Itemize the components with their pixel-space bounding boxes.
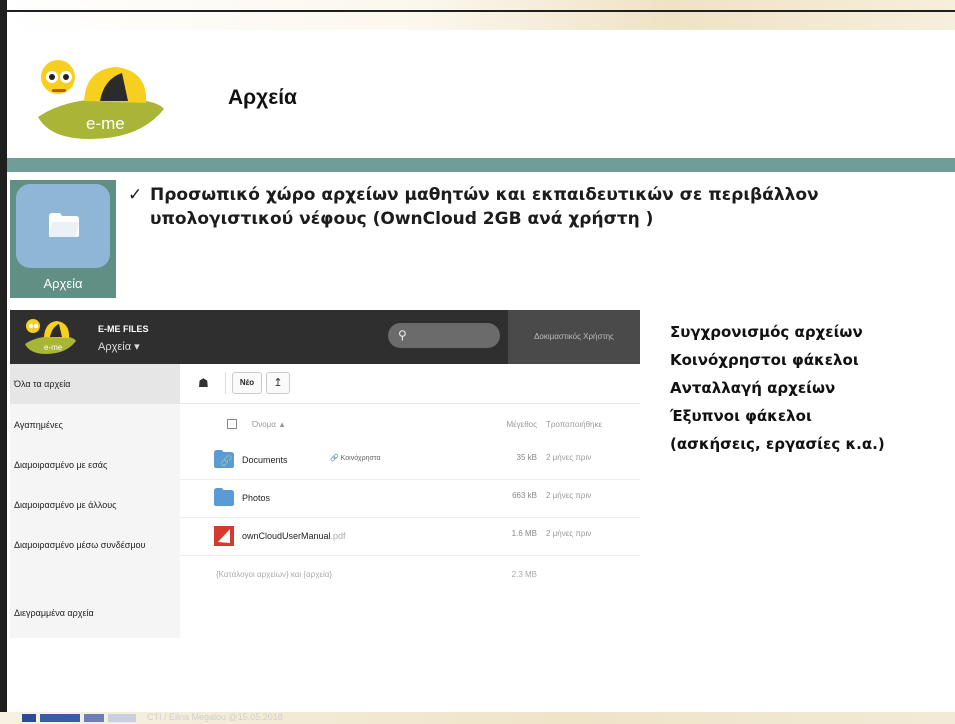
tile-label: Αρχεία: [43, 276, 83, 291]
feature-item: Έξυπνοι φάκελοι: [670, 407, 812, 425]
svg-text:🔗: 🔗: [220, 454, 233, 467]
nav-favorites[interactable]: Αγαπημένες: [14, 420, 63, 430]
footer-credit: CTI / Elina Megalou @15.05.2018: [147, 712, 283, 722]
slide: e-me Αρχεία Αρχεία ✓ Προσωπικό χώρο αρχε…: [0, 0, 955, 724]
share-label: Κοινόχρηστα: [340, 455, 381, 462]
file-name-wrap[interactable]: ownCloudUserManual.pdf: [242, 531, 346, 541]
files-app-screenshot: e-me E-ME FILES Αρχεία ▾ ⚲ Δοκιμαστικός …: [10, 310, 640, 638]
folder-icon: [214, 488, 234, 506]
file-name[interactable]: Photos: [242, 493, 270, 503]
files-app-tile[interactable]: Αρχεία: [10, 180, 116, 298]
e-me-logo-small: e-me: [25, 319, 76, 354]
search-input[interactable]: ⚲: [388, 323, 500, 348]
tile-background: [16, 184, 110, 268]
app-switcher[interactable]: Αρχεία ▾: [98, 340, 140, 353]
logo-text: e-me: [86, 114, 125, 133]
files-sidebar: Όλα τα αρχεία Αγαπημένες Διαμοιρασμένο μ…: [10, 364, 180, 638]
nav-shared-with-others[interactable]: Διαμοιρασμένο με άλλους: [14, 500, 117, 510]
new-button[interactable]: Νέο: [232, 372, 262, 394]
pdf-icon: [214, 526, 234, 546]
upload-icon[interactable]: ↥: [266, 372, 290, 394]
bullet-line-1: Προσωπικό χώρο αρχείων μαθητών και εκπαι…: [150, 185, 819, 205]
file-name: ownCloudUserManual: [242, 531, 331, 541]
file-row[interactable]: ownCloudUserManual.pdf 1.6 MB 2 μήνες πρ…: [180, 518, 640, 556]
file-extension: .pdf: [330, 531, 346, 541]
file-modified: 2 μήνες πριν: [546, 453, 592, 462]
file-modified: 2 μήνες πριν: [546, 529, 592, 538]
nav-deleted-files[interactable]: Διεγραμμένα αρχεία: [14, 608, 94, 618]
feature-item: Συγχρονισμός αρχείων: [670, 323, 863, 341]
frame-top-line: [0, 10, 955, 12]
checkmark-icon: ✓: [128, 185, 143, 205]
file-row[interactable]: 🔗 Documents 🔗 Κοινόχρηστα 35 kB 2 μήνες …: [180, 442, 640, 480]
breadcrumb-separator: [214, 372, 226, 394]
summary-size: 2.3 MB: [511, 570, 537, 579]
breadcrumb: ☗ Νέο ↥: [180, 364, 640, 404]
file-size: 663 kB: [512, 491, 537, 500]
frame-top-border: [0, 0, 955, 30]
funding-logos: [22, 714, 136, 722]
search-icon: ⚲: [398, 328, 407, 342]
summary-label: {Κατάλογοι αρχείων} και {αρχεία}: [216, 570, 333, 579]
column-size[interactable]: Μέγεθος: [480, 420, 537, 429]
bullet-line-2: υπολογιστικού νέφους (OwnCloud 2GB ανά χ…: [150, 209, 654, 229]
file-name[interactable]: Documents: [242, 455, 288, 465]
file-size: 35 kB: [516, 453, 537, 462]
frame-bottom-border: [0, 712, 955, 724]
feature-item: Κοινόχρηστοι φάκελοι: [670, 351, 859, 369]
nav-shared-with-you[interactable]: Διαμοιρασμένο με εσάς: [14, 460, 107, 470]
column-name[interactable]: Όνομα ▲: [252, 420, 286, 429]
slide-title: Αρχεία: [228, 86, 297, 109]
home-icon[interactable]: ☗: [198, 376, 209, 390]
features-list: Συγχρονισμός αρχείων Κοινόχρηστοι φάκελο…: [670, 318, 885, 458]
share-link[interactable]: 🔗 Κοινόχρηστα: [330, 454, 381, 462]
files-brand: E-ME FILES: [98, 324, 149, 334]
e-me-logo: e-me: [38, 60, 164, 139]
user-menu[interactable]: Δοκιμαστικός Χρήστης: [508, 310, 640, 364]
nav-all-files[interactable]: Όλα τα αρχεία: [14, 379, 70, 389]
small-logo-text: e-me: [44, 343, 63, 352]
file-row[interactable]: Photos 663 kB 2 μήνες πριν: [180, 480, 640, 518]
shared-folder-icon: 🔗: [214, 450, 234, 468]
column-modified[interactable]: Τροποποιήθηκε: [546, 420, 602, 429]
select-all-checkbox[interactable]: [227, 419, 237, 429]
folder-icon: [49, 213, 79, 237]
frame-left-border: [0, 0, 7, 724]
nav-shared-by-link[interactable]: Διαμοιρασμένο μέσω συνδέσμου: [14, 540, 145, 550]
file-size: 1.6 MB: [511, 529, 537, 538]
feature-item: (ασκήσεις, εργασίες κ.α.): [670, 435, 885, 453]
feature-item: Ανταλλαγή αρχείων: [670, 379, 836, 397]
files-header: e-me E-ME FILES Αρχεία ▾ ⚲ Δοκιμαστικός …: [10, 310, 640, 364]
divider-bar: [7, 158, 955, 172]
bullet-point: ✓ Προσωπικό χώρο αρχείων μαθητών και εκπ…: [128, 183, 868, 231]
file-modified: 2 μήνες πριν: [546, 491, 592, 500]
